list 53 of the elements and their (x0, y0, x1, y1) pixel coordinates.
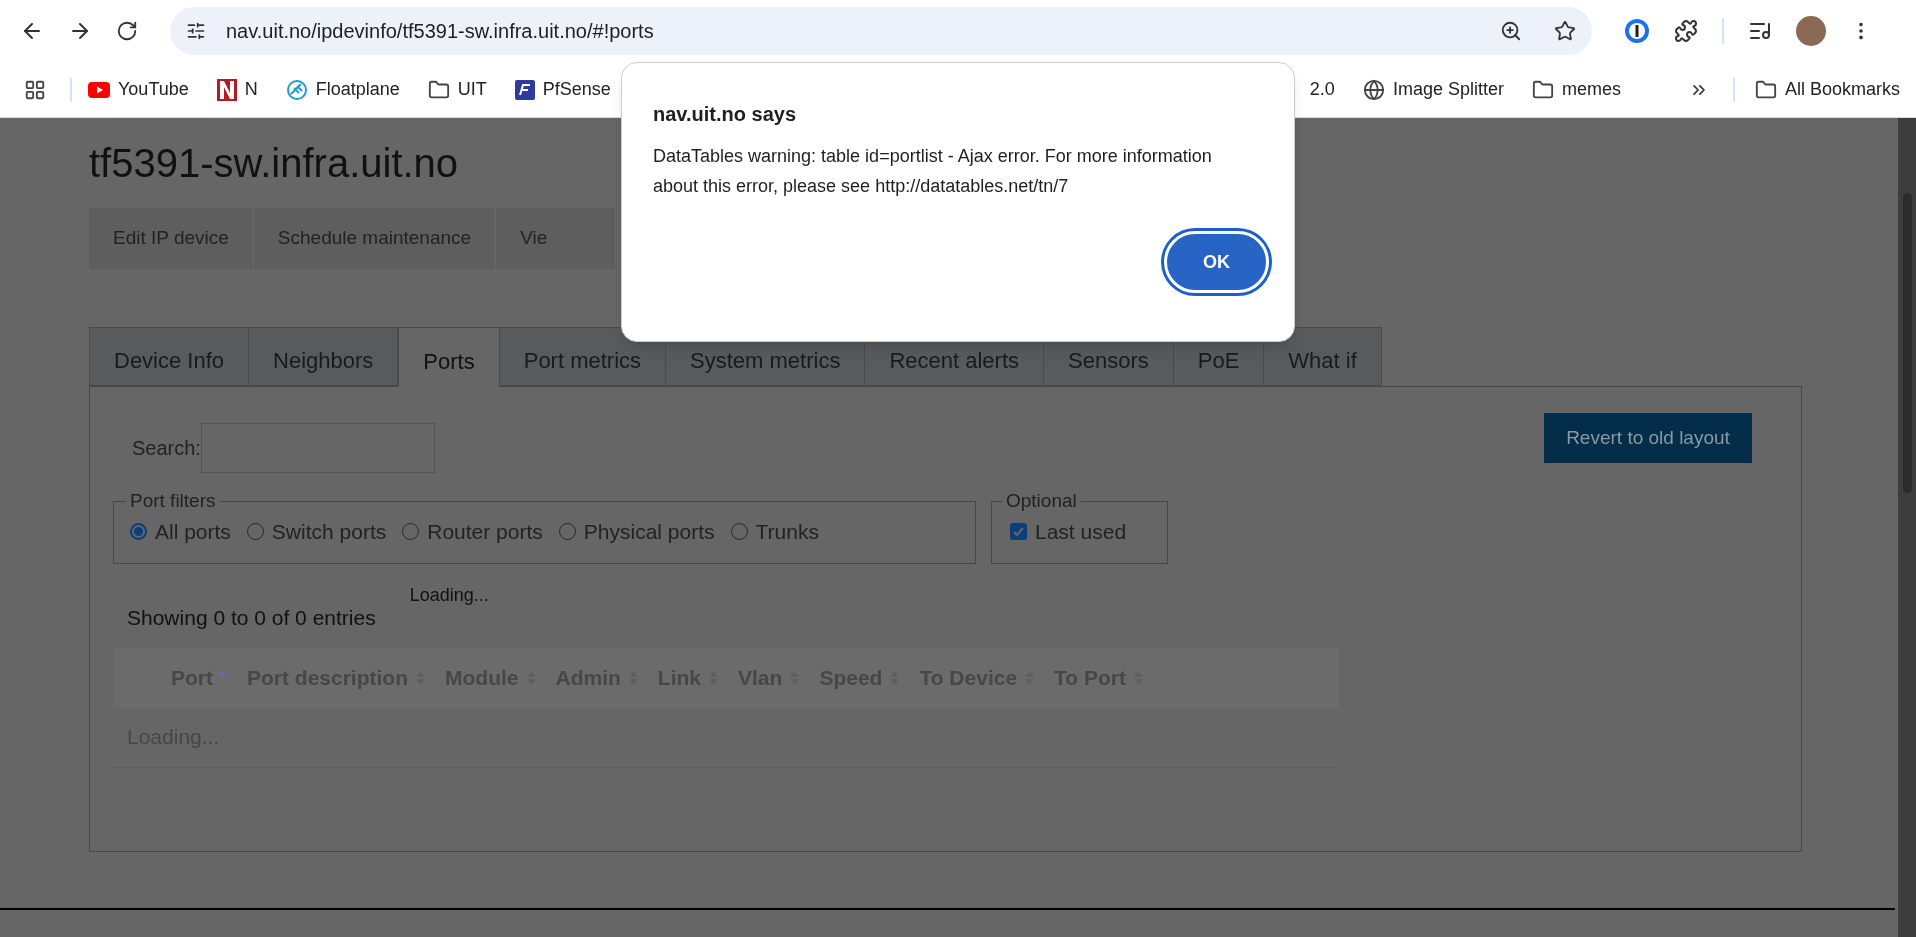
processing-indicator: Loading... (409, 584, 489, 607)
checkbox-option[interactable]: Last used (1010, 515, 1149, 547)
action-button[interactable]: Edit IP device (89, 208, 254, 269)
bookmark[interactable]: 2.0 (1309, 76, 1335, 103)
group-legend: Optional (1002, 487, 1081, 516)
radio-option[interactable]: Trunks (730, 515, 819, 547)
bookmark[interactable]: All Bookmarks (1754, 76, 1900, 103)
action-button[interactable]: Schedule maintenance (253, 208, 497, 269)
n-logo-icon (216, 78, 237, 101)
apps-icon[interactable] (24, 78, 46, 101)
bookmark[interactable]: memes (1531, 76, 1621, 103)
radio-option[interactable]: Router ports (402, 515, 543, 547)
page-title: tf5391-sw.infra.uit.no (89, 140, 459, 187)
bookmark-star-icon[interactable] (1554, 20, 1576, 42)
site-settings-icon[interactable] (186, 21, 206, 41)
radio-button[interactable] (130, 522, 147, 540)
radio-option[interactable]: All ports (130, 515, 231, 547)
dialog-message: DataTables warning: table id=portlist - Ajax error. For more information about this error, please see http://datatables.net/tn/7 (653, 145, 1213, 198)
folder-icon (1754, 78, 1777, 101)
profile-avatar[interactable] (1796, 16, 1826, 46)
radio-option[interactable]: Switch ports (246, 515, 387, 547)
play-icon (88, 81, 110, 98)
ok-button[interactable]: OK (1164, 231, 1269, 293)
extensions-icon[interactable] (1674, 19, 1698, 43)
plane-icon (285, 78, 308, 101)
zoom-icon[interactable] (1500, 20, 1522, 42)
search-label: Search: (132, 436, 201, 461)
bookmark[interactable]: Floatplane (285, 76, 400, 103)
globe-icon (1362, 78, 1385, 101)
bookmark[interactable]: UIT (427, 76, 487, 103)
group-legend: Port filters (126, 487, 220, 516)
entries-info: Showing 0 to 0 of 0 entries (127, 605, 376, 631)
reload-button[interactable] (116, 20, 138, 42)
checkbox[interactable] (1010, 522, 1027, 540)
bookmark[interactable]: YouTube (88, 76, 189, 103)
firewall-logo-icon (514, 79, 535, 100)
tab[interactable]: Port metrics (499, 327, 667, 386)
bookmark[interactable]: N (216, 76, 258, 103)
folder-icon (1531, 78, 1554, 101)
dialog-title: nav.uit.no says (653, 102, 797, 127)
radio-option[interactable]: Physical ports (558, 515, 715, 547)
password-manager-icon[interactable] (1624, 18, 1650, 44)
tab[interactable]: Ports (398, 327, 500, 387)
action-button[interactable]: Vie (496, 208, 617, 269)
address-bar[interactable]: nav.uit.no/ipdevinfo/tf5391-sw.infra.uit.no/#!ports (170, 7, 1592, 55)
tab[interactable]: Neighbors (249, 327, 399, 386)
scrollbar[interactable] (1898, 118, 1916, 937)
tab[interactable]: What if (1264, 327, 1382, 386)
bookmark[interactable]: Image Splitter (1362, 76, 1504, 103)
revert-button[interactable]: Revert to old layout (1544, 413, 1752, 463)
tab[interactable]: Device Info (89, 327, 250, 386)
bookmark[interactable]: PfSense (514, 76, 611, 103)
folder-icon (427, 78, 450, 101)
